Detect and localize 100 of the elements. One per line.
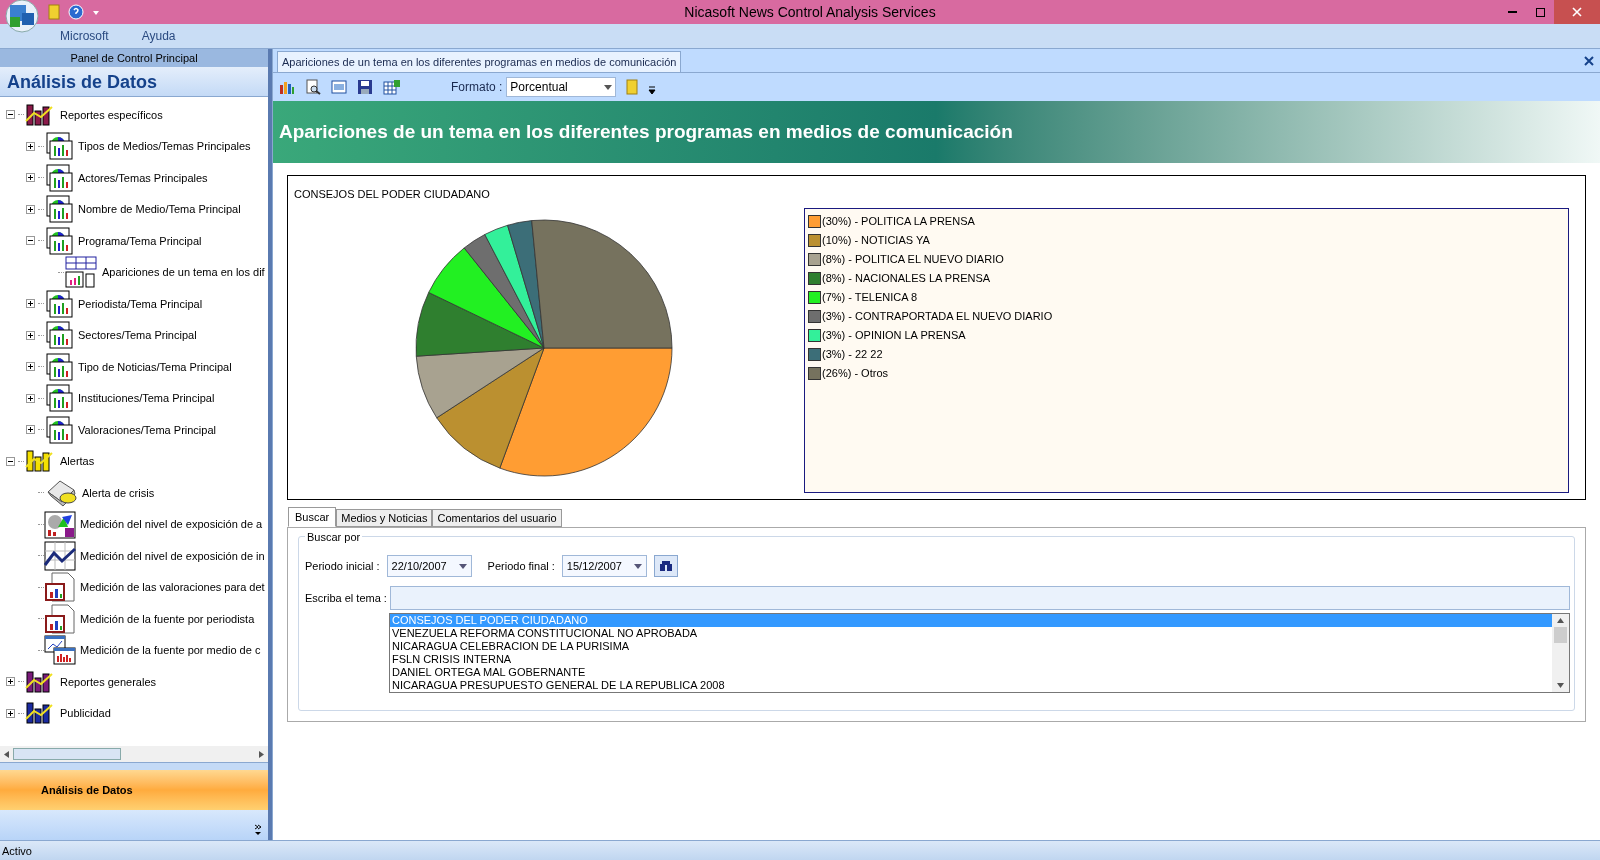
- tree-item[interactable]: Sectores/Tema Principal: [78, 327, 197, 344]
- collapse-toggle[interactable]: [26, 236, 35, 246]
- scroll-up-icon[interactable]: [1557, 618, 1564, 623]
- scroll-right-icon[interactable]: [259, 750, 264, 758]
- expand-toggle[interactable]: [26, 204, 35, 214]
- collapse-toggle[interactable]: [6, 456, 15, 466]
- tree-item[interactable]: Medición del nivel de exposición de in: [80, 547, 265, 564]
- overflow-icon[interactable]: [648, 86, 657, 96]
- tree-item[interactable]: Medición de las valoraciones para det: [80, 579, 265, 596]
- expand-toggle[interactable]: [6, 708, 15, 718]
- legend-label: (10%) - NOTICIAS YA: [822, 233, 930, 249]
- menu-item[interactable]: Microsoft: [60, 27, 109, 45]
- menu-item[interactable]: Ayuda: [141, 27, 176, 45]
- legend-label: (8%) - NACIONALES LA PRENSA: [822, 271, 991, 287]
- export-table-icon[interactable]: [383, 79, 401, 95]
- legend-label: (3%) - OPINION LA PRENSA: [822, 328, 966, 344]
- date-field[interactable]: 22/10/2007: [386, 555, 472, 577]
- list-item[interactable]: FSLN CRISIS INTERNA: [390, 653, 1552, 666]
- help-icon[interactable]: [68, 4, 84, 20]
- tree-item[interactable]: Alerta de crisis: [82, 484, 155, 501]
- nav-pane-button[interactable]: Análisis de Datos: [0, 770, 268, 810]
- tree-item[interactable]: Instituciones/Tema Principal: [78, 390, 215, 407]
- tree-item[interactable]: Nombre de Medio/Tema Principal: [78, 201, 241, 218]
- tree-item[interactable]: Programa/Tema Principal: [78, 232, 202, 249]
- panel-header: Panel de Control Principal: [0, 49, 268, 67]
- expand-toggle[interactable]: [26, 425, 35, 435]
- caret-icon: [633, 563, 642, 569]
- scroll-thumb[interactable]: [1554, 627, 1567, 643]
- document-tab[interactable]: Apariciones de un tema en los diferentes programas en medios de comunicación: [277, 51, 682, 72]
- window-icon[interactable]: [331, 79, 347, 95]
- report-document-icon: [44, 572, 76, 603]
- format-select[interactable]: Porcentual: [506, 77, 617, 97]
- topic-list[interactable]: [389, 613, 1570, 693]
- caret-icon: [458, 563, 467, 569]
- horizontal-scrollbar[interactable]: [0, 746, 268, 762]
- expand-toggle[interactable]: [26, 299, 35, 309]
- vertical-scrollbar[interactable]: [1552, 614, 1569, 692]
- tree-item[interactable]: Valoraciones/Tema Principal: [78, 421, 216, 438]
- tab[interactable]: Comentarios del usuario: [432, 509, 562, 527]
- chart-report-icon: [44, 415, 74, 444]
- scroll-down-icon[interactable]: [1557, 683, 1564, 688]
- status-bar: Activo: [0, 840, 1600, 860]
- tree-item[interactable]: Tipos de Medios/Temas Principales: [78, 138, 251, 155]
- save-icon[interactable]: [357, 79, 373, 95]
- chart-title: CONSEJOS DEL PODER CIUDADANO: [294, 187, 491, 202]
- chart-report-icon: [44, 384, 74, 413]
- chart-report-icon: [44, 289, 74, 318]
- date-field[interactable]: 15/12/2007: [561, 555, 647, 577]
- print-preview-icon[interactable]: [305, 79, 321, 95]
- chevrons-icon[interactable]: [254, 824, 262, 836]
- format-label: Formato :: [451, 79, 503, 96]
- legend-label: (7%) - TELENICA 8: [822, 290, 918, 306]
- dropdown-caret-icon[interactable]: [92, 8, 100, 16]
- list-item[interactable]: NICARAGUA PRESUPUESTO GENERAL DE LA REPUBLICA 2008: [390, 679, 1552, 692]
- expand-toggle[interactable]: [26, 173, 35, 183]
- scroll-thumb[interactable]: [13, 748, 121, 760]
- expand-toggle[interactable]: [26, 141, 35, 151]
- caret-icon: [604, 84, 613, 90]
- chart-windows-icon: [44, 635, 76, 666]
- tree-item[interactable]: Periodista/Tema Principal: [78, 295, 203, 312]
- field-label: Periodo final :: [487, 558, 555, 574]
- topic-input[interactable]: [389, 586, 1570, 610]
- tree-item[interactable]: Medición de la fuente por periodista: [80, 610, 255, 627]
- expand-toggle[interactable]: [26, 330, 35, 340]
- tree-item[interactable]: Reportes específicos: [60, 106, 163, 123]
- tree-item[interactable]: Alertas: [60, 453, 95, 470]
- chart-icon[interactable]: [279, 79, 295, 95]
- search-button[interactable]: [653, 555, 678, 577]
- collapse-toggle[interactable]: [6, 110, 15, 120]
- table-chart-icon: [64, 256, 98, 289]
- field-label: Escriba el tema :: [305, 590, 387, 606]
- chart-report-icon: [44, 321, 74, 350]
- app-logo-icon[interactable]: [4, 0, 40, 33]
- tree-item[interactable]: Medición del nivel de exposición de a: [80, 516, 263, 533]
- legend-label: (30%) - POLITICA LA PRENSA: [822, 214, 975, 230]
- tree-item[interactable]: Tipo de Noticias/Tema Principal: [78, 358, 232, 375]
- tree-item[interactable]: Reportes generales: [60, 673, 156, 690]
- expand-toggle[interactable]: [26, 362, 35, 372]
- tab[interactable]: Medios y Noticias: [336, 509, 433, 527]
- list-item[interactable]: DANIEL ORTEGA MAL GOBERNANTE: [390, 666, 1552, 679]
- banner-title: Apariciones de un tema en los diferentes programas en medios de comunicación: [279, 119, 1013, 144]
- legend-label: (3%) - 22 22: [822, 347, 883, 363]
- legend-label: (26%) - Otros: [822, 366, 888, 382]
- list-item[interactable]: NICARAGUA CELEBRACION DE LA PURISIMA: [390, 640, 1552, 653]
- legend-label: (8%) - POLITICA EL NUEVO DIARIO: [822, 252, 1004, 268]
- tree-item[interactable]: Medición de la fuente por medio de c: [80, 642, 261, 659]
- list-item[interactable]: VENEZUELA REFORMA CONSTITUCIONAL NO APROBADA: [390, 627, 1552, 640]
- expand-toggle[interactable]: [26, 393, 35, 403]
- close-icon[interactable]: [1584, 56, 1594, 66]
- tree-item[interactable]: Actores/Temas Principales: [78, 169, 208, 186]
- chart-report-icon: [44, 195, 74, 224]
- chart-report-icon: [44, 352, 74, 381]
- expand-toggle[interactable]: [6, 677, 15, 687]
- scroll-left-icon[interactable]: [4, 750, 9, 758]
- mixed-chart-icon: [44, 509, 76, 540]
- tree-item[interactable]: Apariciones de un tema en los dif: [102, 264, 265, 281]
- tree-item[interactable]: Publicidad: [60, 705, 111, 722]
- tab[interactable]: Buscar: [288, 507, 337, 527]
- chart-report-icon: [44, 132, 74, 161]
- field-label: Periodo inicial :: [305, 558, 380, 574]
